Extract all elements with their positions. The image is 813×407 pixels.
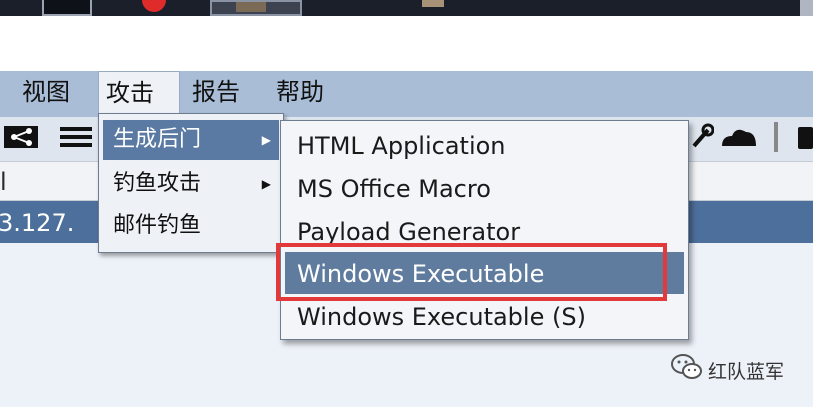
attack-dropdown-menu: 生成后门 ▶ 钓鱼攻击 ▶ 邮件钓鱼 (98, 113, 284, 253)
taskbar-window-button[interactable] (210, 0, 302, 16)
menu-item-email-phishing[interactable]: 邮件钓鱼 (103, 206, 279, 246)
table-header-col1[interactable]: l (0, 162, 7, 202)
toolbar-separator (774, 122, 778, 152)
submenu-arrow-icon: ▶ (261, 133, 271, 147)
link-icon[interactable] (690, 122, 715, 152)
submenu-arrow-icon: ▶ (261, 177, 271, 191)
menu-item-generate-backdoor[interactable]: 生成后门 ▶ (103, 120, 279, 160)
wechat-icon (671, 354, 702, 379)
taskbar-window-button[interactable] (42, 0, 92, 16)
backdoor-submenu: HTML Application MS Office Macro Payload… (280, 120, 689, 340)
menu-item-label: 生成后门 (113, 127, 202, 152)
menu-attack[interactable]: 攻击 (98, 71, 180, 113)
watermark-label: 红队蓝军 (708, 361, 785, 383)
menu-report[interactable]: 报告 (188, 71, 244, 113)
menu-item-label: 钓鱼攻击 (113, 171, 202, 196)
watermark: 红队蓝军 (670, 352, 810, 388)
highlight-annotation-box (276, 243, 667, 301)
table-cell-ip: 3.127. (0, 209, 75, 237)
menu-item-label: 邮件钓鱼 (113, 213, 202, 238)
taskbar-window-button[interactable] (414, 0, 452, 16)
taskbar (0, 0, 813, 16)
network-graph-icon[interactable] (4, 122, 40, 152)
book-icon[interactable] (796, 122, 813, 152)
cloud-icon[interactable] (718, 122, 758, 152)
submenu-item-html-application[interactable]: HTML Application (285, 124, 684, 166)
submenu-item-ms-office-macro[interactable]: MS Office Macro (285, 167, 684, 209)
submenu-item-windows-executable-s[interactable]: Windows Executable (S) (285, 295, 684, 337)
notification-icon[interactable] (142, 0, 170, 16)
menu-help[interactable]: 帮助 (272, 71, 328, 113)
menu-item-phishing-attack[interactable]: 钓鱼攻击 ▶ (103, 164, 279, 204)
taskbar-scrollbar[interactable] (800, 0, 813, 16)
menu-view[interactable]: 视图 (18, 71, 74, 113)
list-icon[interactable] (58, 122, 94, 152)
